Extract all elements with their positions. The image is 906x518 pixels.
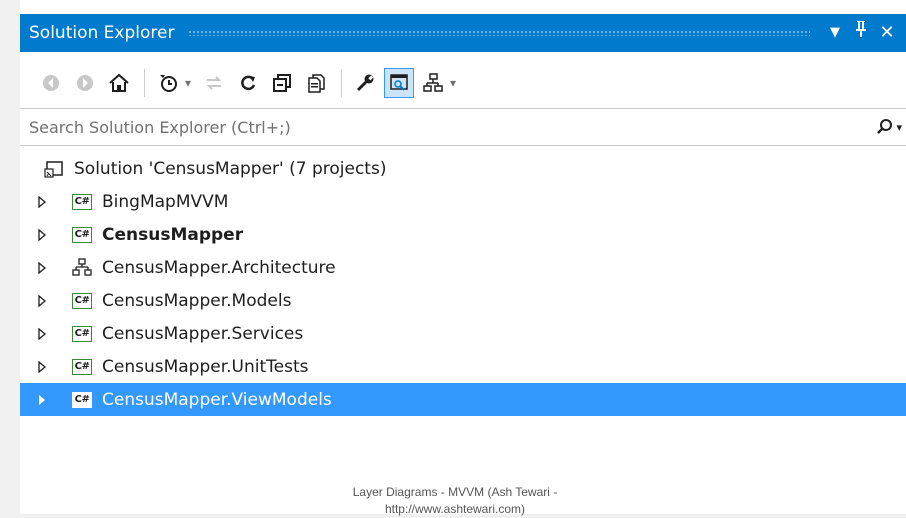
tree-item-project-selected[interactable]: C# CensusMapper.ViewModels bbox=[20, 383, 906, 416]
csharp-project-icon: C# bbox=[70, 323, 94, 345]
show-all-files-button[interactable] bbox=[301, 68, 331, 98]
tree-item-label: CensusMapper bbox=[102, 224, 244, 245]
preview-selected-items-button[interactable] bbox=[384, 68, 415, 98]
expand-arrow-icon[interactable] bbox=[38, 261, 50, 274]
tree-item-solution[interactable]: Solution 'CensusMapper' (7 projects) bbox=[20, 152, 906, 185]
tree-item-project[interactable]: C# CensusMapper.UnitTests bbox=[20, 350, 906, 383]
expand-arrow-icon[interactable] bbox=[38, 195, 50, 208]
tree-item-label: CensusMapper.Models bbox=[102, 290, 292, 311]
tree-item-label: CensusMapper.ViewModels bbox=[102, 389, 332, 410]
show-all-files-icon bbox=[308, 74, 325, 93]
csharp-project-icon: C# bbox=[70, 191, 94, 213]
pin-icon[interactable] bbox=[848, 14, 874, 52]
home-icon bbox=[109, 73, 129, 92]
properties-icon bbox=[356, 74, 374, 92]
search-bar: ▾ bbox=[20, 108, 906, 146]
tree-item-label: CensusMapper.Architecture bbox=[102, 257, 336, 278]
toolbar-separator bbox=[144, 69, 145, 97]
solution-tree: Solution 'CensusMapper' (7 projects) C# … bbox=[20, 152, 906, 416]
toolbar: ▾ ▾ bbox=[20, 60, 906, 106]
pending-changes-button[interactable] bbox=[153, 68, 183, 98]
tree-item-project[interactable]: C# BingMapMVVM bbox=[20, 185, 906, 218]
back-button[interactable] bbox=[36, 68, 66, 98]
tree-item-project[interactable]: C# CensusMapper.Services bbox=[20, 317, 906, 350]
tree-item-project[interactable]: CensusMapper.Architecture bbox=[20, 251, 906, 284]
title-bar: Solution Explorer ▼ ✕ bbox=[20, 14, 906, 52]
expand-arrow-icon[interactable] bbox=[38, 228, 50, 241]
tree-item-project[interactable]: C# CensusMapper bbox=[20, 218, 906, 251]
csharp-project-icon: C# bbox=[70, 389, 94, 411]
tree-item-label: CensusMapper.UnitTests bbox=[102, 356, 309, 377]
csharp-project-icon: C# bbox=[70, 356, 94, 378]
toolbar-separator bbox=[341, 69, 343, 97]
refresh-button[interactable] bbox=[233, 68, 263, 98]
expand-arrow-icon[interactable] bbox=[38, 294, 50, 307]
class-view-dropdown-icon[interactable]: ▾ bbox=[450, 76, 456, 90]
collapse-all-icon bbox=[273, 74, 292, 92]
pending-changes-icon bbox=[160, 75, 177, 92]
search-button[interactable]: ▾ bbox=[862, 118, 906, 136]
refresh-icon bbox=[241, 75, 256, 91]
close-icon[interactable]: ✕ bbox=[874, 14, 900, 52]
caption-line: Layer Diagrams - MVVM (Ash Tewari - bbox=[352, 485, 558, 499]
class-view-icon bbox=[423, 73, 443, 92]
expand-arrow-icon[interactable] bbox=[38, 327, 50, 340]
modeling-project-icon bbox=[70, 257, 94, 279]
title-grip[interactable] bbox=[188, 30, 810, 36]
tree-item-project[interactable]: C# CensusMapper.Models bbox=[20, 284, 906, 317]
caption: Layer Diagrams - MVVM (Ash Tewari - http… bbox=[300, 484, 610, 518]
forward-icon bbox=[77, 75, 93, 91]
panel-title: Solution Explorer bbox=[29, 23, 175, 43]
properties-button[interactable] bbox=[350, 68, 380, 98]
sync-with-active-document-button[interactable] bbox=[199, 68, 229, 98]
class-view-button[interactable] bbox=[418, 68, 448, 98]
preview-selected-items-icon bbox=[390, 74, 408, 91]
expand-arrow-icon[interactable] bbox=[38, 360, 50, 373]
tree-item-label: BingMapMVVM bbox=[102, 191, 229, 212]
tree-item-label: Solution 'CensusMapper' (7 projects) bbox=[74, 158, 387, 179]
csharp-project-icon: C# bbox=[70, 224, 94, 246]
tree-item-label: CensusMapper.Services bbox=[102, 323, 304, 344]
window-position-dropdown-icon[interactable]: ▼ bbox=[822, 14, 848, 52]
collapse-all-button[interactable] bbox=[267, 68, 297, 98]
solution-icon bbox=[42, 158, 66, 180]
caption-line: http://www.ashtewari.com) bbox=[384, 502, 526, 516]
pending-changes-dropdown-icon[interactable]: ▾ bbox=[185, 76, 191, 90]
search-input[interactable] bbox=[20, 116, 862, 138]
csharp-project-icon: C# bbox=[70, 290, 94, 312]
sync-icon bbox=[206, 76, 222, 90]
expand-arrow-icon[interactable] bbox=[38, 394, 50, 406]
search-options-dropdown-icon[interactable]: ▾ bbox=[896, 121, 902, 134]
home-button[interactable] bbox=[104, 68, 134, 98]
search-icon bbox=[877, 119, 893, 134]
back-icon bbox=[43, 75, 59, 91]
forward-button[interactable] bbox=[70, 68, 100, 98]
